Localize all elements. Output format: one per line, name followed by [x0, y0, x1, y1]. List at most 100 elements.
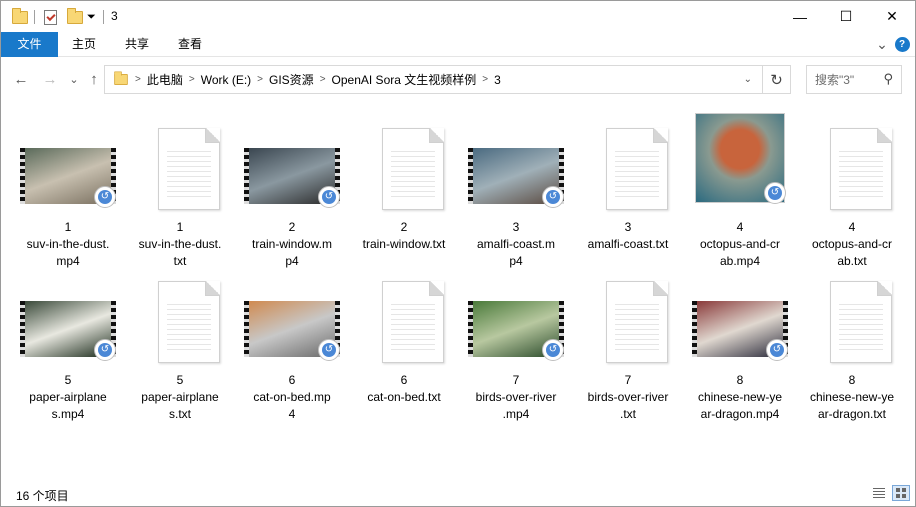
window-title: 3	[111, 9, 118, 23]
status-bar: 16 个项目	[1, 481, 915, 506]
file-thumbnail: ↺	[684, 266, 796, 364]
new-folder-icon[interactable]	[67, 7, 83, 27]
file-name: 2 train-window.txt	[348, 219, 460, 253]
file-name-line: 5	[176, 373, 184, 387]
file-name: 3 amalfi-coast.txt	[572, 219, 684, 253]
file-name-line: .txt	[619, 407, 636, 421]
file-name-line: amalfi-coast.m	[476, 237, 556, 251]
file-name-line: 7	[624, 373, 632, 387]
chevron-right-icon[interactable]: >	[189, 74, 195, 85]
file-name-line: cat-on-bed.txt	[367, 390, 441, 404]
search-icon: ⚲	[883, 71, 893, 86]
badge-glyph: ↺	[322, 190, 336, 204]
badge-glyph: ↺	[546, 343, 560, 357]
chevron-right-icon[interactable]: >	[135, 74, 141, 85]
up-icon[interactable]: ↑	[85, 70, 103, 88]
close-button[interactable]: ✕	[869, 1, 915, 32]
minimize-button[interactable]: —	[777, 1, 823, 32]
media-player-badge-icon: ↺	[542, 186, 564, 208]
address-dropdown-icon[interactable]: ⌄	[744, 74, 752, 85]
file-thumbnail	[796, 113, 908, 211]
file-name: 3 amalfi-coast.m p4	[460, 219, 572, 270]
file-name-line: 6	[400, 373, 408, 387]
file-name-line: train-window.txt	[362, 237, 446, 251]
file-thumbnail	[124, 266, 236, 364]
refresh-button[interactable]: ↻	[763, 65, 791, 94]
ribbon-expand-icon[interactable]: ⌄	[873, 32, 891, 57]
large-icons-view-icon	[896, 488, 906, 498]
text-file-icon	[158, 128, 220, 210]
navigation-bar: ← → ⌄ ↑ > 此电脑 > Work (E:) > GIS资源 > Open…	[1, 58, 915, 101]
file-name: 8 chinese-new-ye ar-dragon.txt	[796, 372, 908, 423]
tab-home[interactable]: 主页	[58, 32, 110, 57]
file-name: 6 cat-on-bed.mp 4	[236, 372, 348, 423]
text-lines	[167, 304, 211, 352]
folder-icon	[12, 7, 28, 27]
properties-icon[interactable]	[44, 7, 57, 27]
file-name-line: 7	[512, 373, 520, 387]
help-icon[interactable]: ?	[893, 32, 911, 57]
badge-glyph: ↺	[770, 343, 784, 357]
recent-locations-icon[interactable]: ⌄	[65, 70, 83, 88]
details-view-icon	[873, 488, 885, 498]
file-thumbnail	[348, 113, 460, 211]
text-file-icon	[830, 128, 892, 210]
text-file-icon	[382, 281, 444, 363]
file-thumbnail: ↺	[460, 113, 572, 211]
breadcrumb-sora[interactable]: OpenAI Sora 文生视频样例	[332, 71, 477, 88]
file-name: 7 birds-over-river .txt	[572, 372, 684, 423]
media-player-badge-icon: ↺	[766, 339, 788, 361]
file-thumbnail	[348, 266, 460, 364]
badge-glyph: ↺	[546, 190, 560, 204]
address-bar[interactable]: > 此电脑 > Work (E:) > GIS资源 > OpenAI Sora …	[104, 65, 763, 94]
tab-view[interactable]: 查看	[164, 32, 216, 57]
ribbon-tabs: 文件 主页 共享 查看 ⌄ ?	[1, 32, 915, 57]
file-thumbnail: ↺	[12, 113, 124, 211]
file-thumbnail	[124, 113, 236, 211]
file-name-line: ar-dragon.txt	[817, 407, 887, 421]
address-folder-icon	[114, 71, 128, 86]
search-placeholder: 搜索"3"	[815, 73, 855, 87]
details-view-button[interactable]	[870, 485, 888, 501]
file-name: 5 paper-airplane s.txt	[124, 372, 236, 423]
large-icons-view-button[interactable]	[892, 485, 910, 501]
media-player-badge-icon: ↺	[318, 339, 340, 361]
back-icon[interactable]: ←	[12, 70, 30, 88]
file-thumbnail: ↺	[460, 266, 572, 364]
badge-glyph: ↺	[98, 190, 112, 204]
breadcrumb-drive[interactable]: Work (E:)	[201, 73, 251, 87]
explorer-window: ⏷ 3 — ☐ ✕ 文件 主页 共享 查看 ⌄ ? ← → ⌄ ↑ > 此电脑 …	[0, 0, 916, 507]
text-lines	[839, 151, 883, 199]
breadcrumb-current[interactable]: 3	[494, 73, 501, 87]
forward-icon[interactable]: →	[41, 70, 59, 88]
media-player-badge-icon: ↺	[318, 186, 340, 208]
item-count: 16 个项目	[16, 489, 69, 503]
file-name: 2 train-window.m p4	[236, 219, 348, 270]
tab-file[interactable]: 文件	[1, 32, 58, 57]
file-name: 8 chinese-new-ye ar-dragon.mp4	[684, 372, 796, 423]
file-name-line: suv-in-the-dust.	[138, 237, 222, 251]
file-name-line: paper-airplane	[29, 390, 107, 404]
text-lines	[391, 304, 435, 352]
maximize-button[interactable]: ☐	[823, 1, 869, 32]
file-name: 7 birds-over-river .mp4	[460, 372, 572, 423]
chevron-right-icon[interactable]: >	[320, 74, 326, 85]
breadcrumb-gis[interactable]: GIS资源	[269, 71, 314, 88]
file-name-line: 2	[288, 220, 296, 234]
chevron-right-icon[interactable]: >	[482, 74, 488, 85]
search-input[interactable]: 搜索"3" ⚲	[806, 65, 902, 94]
file-name-line: ar-dragon.mp4	[700, 407, 780, 421]
file-name-line: 4	[848, 220, 856, 234]
badge-glyph: ↺	[768, 186, 782, 200]
file-name: 4 octopus-and-cr ab.mp4	[684, 219, 796, 270]
help-icon-glyph: ?	[894, 37, 910, 53]
tab-share[interactable]: 共享	[110, 32, 164, 57]
chevron-right-icon[interactable]: >	[257, 74, 263, 85]
text-lines	[391, 151, 435, 199]
file-name-line: suv-in-the-dust.	[26, 237, 110, 251]
file-name-line: s.mp4	[51, 407, 85, 421]
file-name-line: octopus-and-cr	[699, 237, 781, 251]
breadcrumb-this-pc[interactable]: 此电脑	[147, 71, 183, 88]
customize-toolbar-icon[interactable]: ⏷	[87, 7, 96, 27]
file-name-line: birds-over-river	[587, 390, 669, 404]
